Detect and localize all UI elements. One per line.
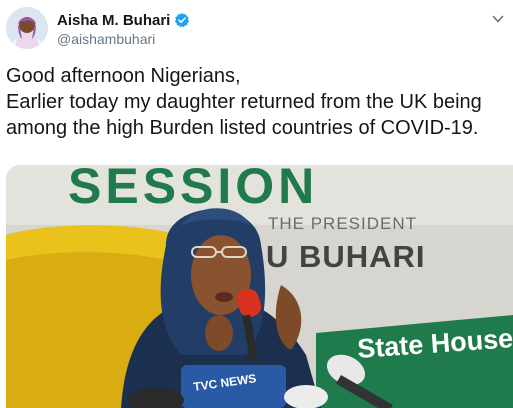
tweet-card: Aisha M. Buhari @aishambuhari Good after… — [0, 0, 513, 408]
banner-name: U BUHARI — [266, 239, 426, 274]
banner-subtitle: THE PRESIDENT — [268, 214, 417, 233]
tweet-line: Earlier today my daughter returned from … — [6, 91, 482, 113]
avatar[interactable] — [6, 7, 48, 49]
tweet-media-photo[interactable]: SESSION THE PRESIDENT U BUHARI State Hou… — [6, 165, 513, 408]
author-handle[interactable]: @aishambuhari — [57, 31, 155, 47]
tweet-line: among the high Burden listed countries o… — [6, 117, 479, 139]
banner-title: SESSION — [68, 165, 318, 214]
tweet-line: Good afternoon Nigerians, — [6, 65, 241, 87]
author-display-name[interactable]: Aisha M. Buhari — [57, 12, 170, 29]
tweet-text: Good afternoon Nigerians, Earlier today … — [6, 63, 506, 141]
verified-badge-icon — [174, 12, 190, 28]
author-row: Aisha M. Buhari — [57, 10, 190, 30]
chevron-down-icon[interactable] — [491, 12, 505, 26]
